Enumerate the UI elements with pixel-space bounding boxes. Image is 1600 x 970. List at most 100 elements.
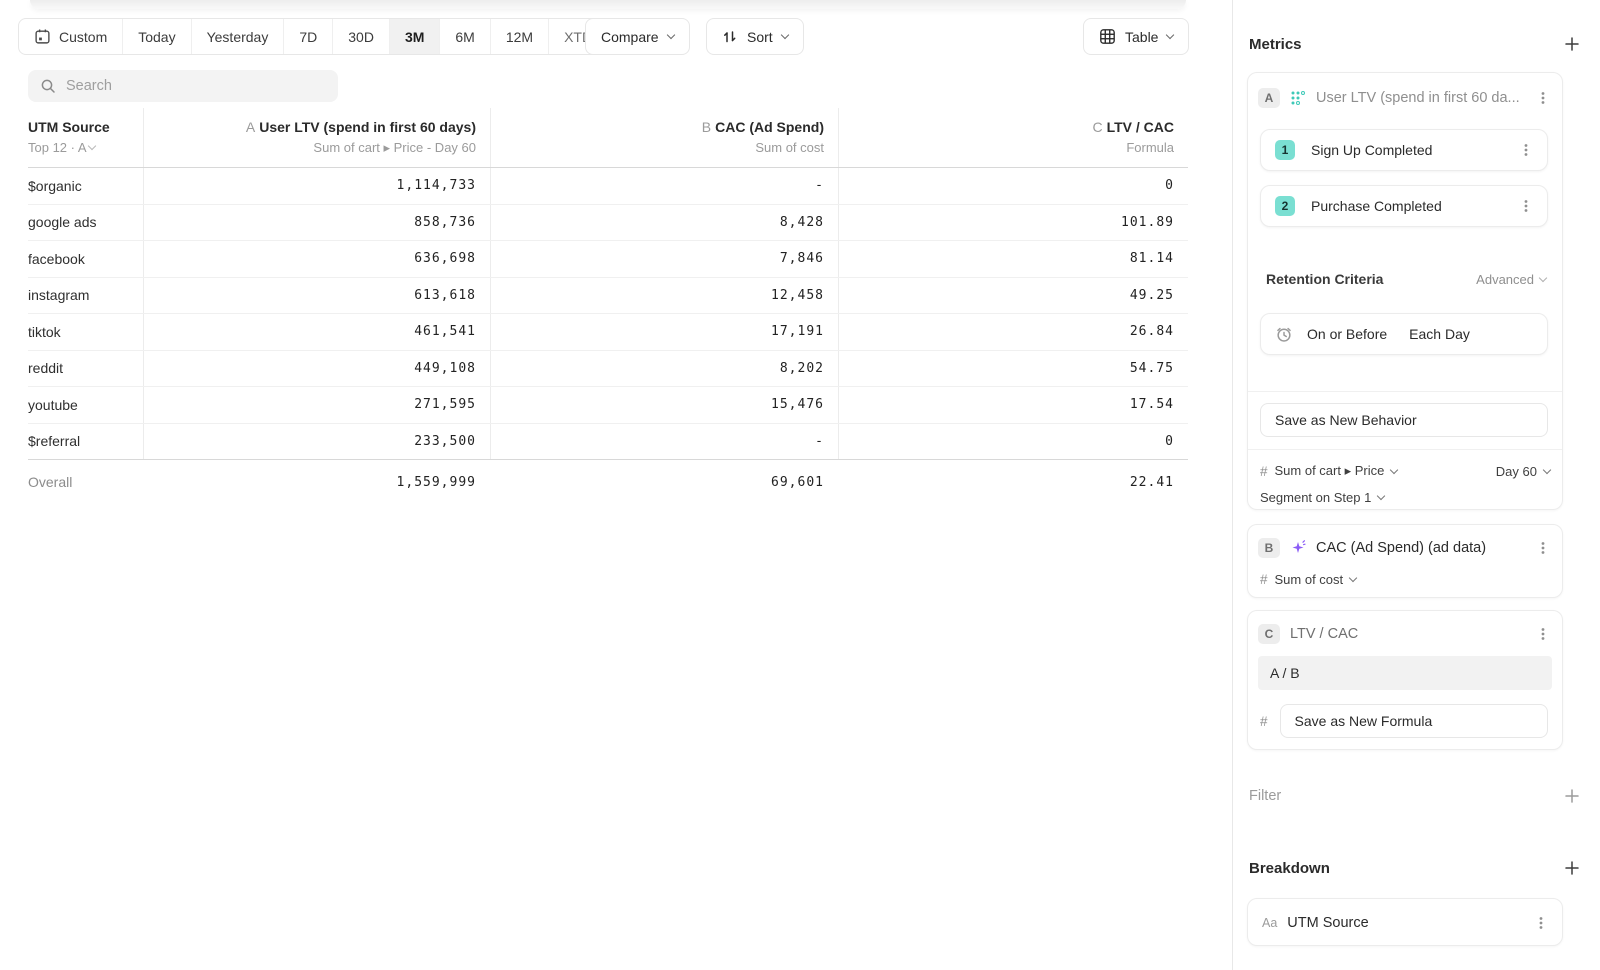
number-type-icon: #	[1260, 572, 1268, 587]
metric-b-card: B CAC (Ad Spend) (ad data) # Sum of cost	[1247, 524, 1563, 598]
range-custom[interactable]: Custom	[19, 19, 122, 54]
range-yesterday[interactable]: Yesterday	[191, 19, 284, 54]
formula-actions-row: # Save as New Formula	[1260, 704, 1548, 738]
date-range-selector: Custom Today Yesterday 7D 30D 3M 6M 12M …	[18, 18, 622, 55]
range-30d[interactable]: 30D	[332, 19, 389, 54]
step-1-menu-button[interactable]	[1517, 140, 1535, 160]
retention-timing-card[interactable]: On or Before Each Day	[1260, 313, 1548, 355]
table-row[interactable]: instagram 613,618 12,458 49.25	[28, 278, 1188, 315]
metric-b-header[interactable]: B CAC (Ad Spend) (ad data)	[1258, 535, 1552, 561]
metric-c-header[interactable]: C LTV / CAC	[1258, 621, 1552, 647]
kebab-menu-icon	[1536, 626, 1550, 642]
retention-unit-label[interactable]: Each Day	[1409, 326, 1470, 342]
search-input[interactable]	[66, 78, 326, 94]
add-breakdown-button[interactable]	[1562, 858, 1582, 878]
step-2-menu-button[interactable]	[1517, 196, 1535, 216]
range-7d[interactable]: 7D	[283, 19, 332, 54]
kebab-menu-icon	[1536, 90, 1550, 106]
alarm-clock-icon	[1275, 325, 1293, 343]
col-header-metric-c[interactable]: CLTV / CAC Formula	[838, 108, 1188, 167]
search-icon	[40, 78, 56, 94]
range-12m[interactable]: 12M	[490, 19, 548, 54]
aggregation-dropdown[interactable]: Sum of cart ▸ Price	[1275, 463, 1398, 479]
save-as-new-formula-button[interactable]: Save as New Formula	[1280, 704, 1548, 738]
table-header-row: UTM Source Top 12 · A AUser LTV (spend i…	[28, 108, 1188, 168]
sort-arrows-icon	[722, 29, 738, 45]
search-bar	[28, 70, 338, 102]
metric-b-badge: B	[1258, 538, 1280, 558]
retention-mode-dropdown[interactable]: Advanced	[1476, 272, 1546, 287]
plus-icon	[1564, 860, 1580, 876]
text-property-icon: Aa	[1262, 916, 1277, 930]
segment-on-step-dropdown[interactable]: Segment on Step 1	[1260, 485, 1384, 509]
number-type-icon: #	[1260, 464, 1268, 479]
kebab-menu-icon	[1519, 198, 1533, 214]
kebab-menu-icon	[1519, 142, 1533, 158]
metric-b-menu-button[interactable]	[1534, 538, 1552, 558]
breakdown-menu-button[interactable]	[1532, 913, 1550, 933]
range-6m[interactable]: 6M	[439, 19, 489, 54]
retention-when-label[interactable]: On or Before	[1307, 326, 1387, 342]
chevron-down-icon	[1349, 573, 1357, 581]
insights-report-page: Custom Today Yesterday 7D 30D 3M 6M 12M …	[0, 0, 1600, 970]
range-custom-label: Custom	[59, 29, 107, 45]
top-n-selector[interactable]: Top 12 · A	[28, 138, 143, 158]
table-row[interactable]: reddit 449,108 8,202 54.75	[28, 351, 1188, 388]
sort-button[interactable]: Sort	[706, 18, 804, 55]
col-header-metric-b[interactable]: BCAC (Ad Spend) Sum of cost	[490, 108, 838, 167]
kebab-menu-icon	[1536, 540, 1550, 556]
plus-icon	[1564, 36, 1580, 52]
range-3m-active[interactable]: 3M	[389, 19, 439, 54]
add-metric-button[interactable]	[1562, 34, 1582, 54]
range-today[interactable]: Today	[122, 19, 190, 54]
compare-button[interactable]: Compare	[585, 18, 690, 55]
chevron-down-icon	[1390, 465, 1398, 473]
table-row[interactable]: youtube 271,595 15,476 17.54	[28, 387, 1188, 424]
sum-of-cost-dropdown[interactable]: Sum of cost	[1275, 572, 1357, 587]
number-type-icon: #	[1260, 714, 1268, 729]
table-row[interactable]: $referral 233,500 - 0	[28, 424, 1188, 461]
calendar-icon	[34, 28, 51, 45]
breakdown-section-header: Breakdown	[1249, 858, 1582, 878]
metric-c-badge: C	[1258, 624, 1280, 644]
step-1-badge: 1	[1275, 140, 1295, 160]
chevron-down-icon	[1539, 273, 1547, 281]
metric-a-menu-button[interactable]	[1534, 88, 1552, 108]
plus-icon	[1564, 788, 1580, 804]
table-grid-icon	[1099, 28, 1116, 45]
metrics-section-header: Metrics	[1249, 34, 1582, 54]
metric-c-menu-button[interactable]	[1534, 624, 1552, 644]
metric-a-header[interactable]: A User LTV (spend in first 60 da...	[1258, 83, 1552, 113]
metric-b-aggregation-row: # Sum of cost	[1260, 567, 1356, 591]
query-builder-sidebar: Metrics A User LTV (spend in first 60 da…	[1232, 0, 1600, 970]
add-filter-button[interactable]	[1562, 786, 1582, 806]
table-row[interactable]: $organic 1,114,733 - 0	[28, 168, 1188, 205]
formula-input[interactable]: A / B	[1258, 656, 1552, 690]
chevron-down-icon	[1377, 491, 1385, 499]
step-2-badge: 2	[1275, 196, 1295, 216]
chevron-down-icon	[666, 31, 674, 39]
metric-a-badge: A	[1258, 88, 1280, 108]
filter-section-header: Filter	[1249, 786, 1582, 806]
col-header-metric-a[interactable]: AUser LTV (spend in first 60 days) Sum o…	[143, 108, 490, 167]
divider	[1248, 391, 1562, 392]
table-row[interactable]: tiktok 461,541 17,191 26.84	[28, 314, 1188, 351]
chevron-down-icon	[88, 142, 96, 150]
breakdown-utm-source-card[interactable]: Aa UTM Source	[1247, 898, 1563, 946]
col-header-utm-source[interactable]: UTM Source Top 12 · A	[28, 108, 143, 167]
step-2-event[interactable]: 2 Purchase Completed	[1260, 185, 1548, 227]
chevron-down-icon	[1166, 31, 1174, 39]
table-overall-row: Overall 1,559,999 69,601 22.41	[28, 460, 1188, 504]
view-type-button[interactable]: Table	[1083, 18, 1189, 55]
table-row[interactable]: google ads 858,736 8,428 101.89	[28, 205, 1188, 242]
save-as-new-behavior-button[interactable]: Save as New Behavior	[1260, 403, 1548, 437]
top-bar-remnant	[30, 0, 1186, 9]
step-1-event[interactable]: 1 Sign Up Completed	[1260, 129, 1548, 171]
day-window-dropdown[interactable]: Day 60	[1496, 464, 1550, 479]
divider	[1248, 449, 1562, 450]
kebab-menu-icon	[1534, 915, 1548, 931]
sparkle-icon	[1290, 540, 1306, 556]
aggregation-row: # Sum of cart ▸ Price Day 60	[1260, 459, 1550, 483]
breakdown-table: UTM Source Top 12 · A AUser LTV (spend i…	[28, 108, 1188, 504]
table-row[interactable]: facebook 636,698 7,846 81.14	[28, 241, 1188, 278]
